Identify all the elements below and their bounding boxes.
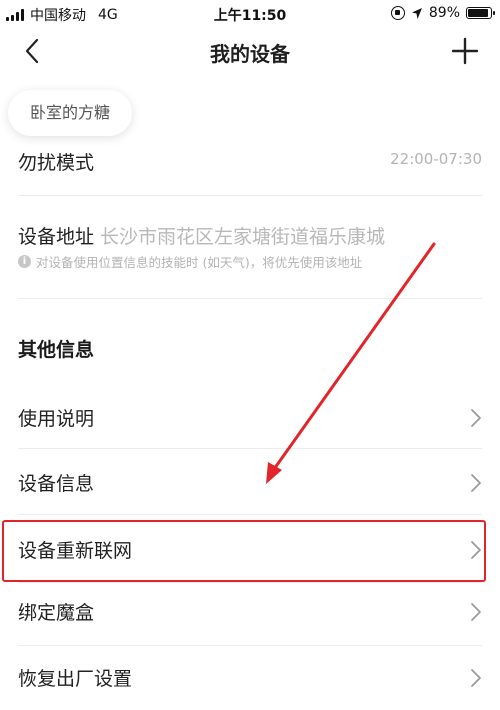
dnd-label: 勿扰模式 <box>18 152 95 174</box>
address-value: 长沙市雨花区左家塘街道福乐康城 <box>100 226 386 248</box>
divider <box>18 448 482 449</box>
list-item-label: 使用说明 <box>18 408 95 430</box>
highlight-box <box>2 520 486 582</box>
status-bar: 中国移动 4G 上午11:50 89% <box>0 0 500 28</box>
divider <box>18 195 482 196</box>
list-item-label: 绑定魔盒 <box>18 602 95 624</box>
rotation-lock-icon <box>390 6 405 20</box>
list-item-label: 恢复出厂设置 <box>18 668 133 690</box>
nav-bar: 我的设备 <box>0 28 500 74</box>
plus-icon[interactable] <box>450 36 480 66</box>
address-hint: i 对设备使用位置信息的技能时 (如天气)，将优先使用该地址 <box>18 252 362 271</box>
info-icon: i <box>18 255 31 268</box>
divider <box>18 582 482 583</box>
list-item-manual[interactable]: 使用说明 <box>18 404 482 434</box>
address-row[interactable]: 设备地址 长沙市雨花区左家塘街道福乐康城 <box>18 222 385 249</box>
location-icon <box>411 7 422 19</box>
dnd-value: 22:00-07:30 <box>390 150 482 168</box>
address-label: 设备地址 <box>18 226 95 248</box>
page-title: 我的设备 <box>210 42 290 66</box>
chevron-right-icon <box>471 669 481 687</box>
list-item-device-info[interactable]: 设备信息 <box>18 469 482 499</box>
divider <box>18 645 482 646</box>
list-item-bind-box[interactable]: 绑定魔盒 <box>18 598 482 628</box>
battery-percent: 89% <box>428 5 460 21</box>
divider <box>18 298 482 299</box>
list-item-factory-reset[interactable]: 恢复出厂设置 <box>18 664 482 694</box>
device-name-chip[interactable]: 卧室的方糖 <box>8 90 133 136</box>
address-hint-text: 对设备使用位置信息的技能时 (如天气)，将优先使用该地址 <box>36 255 363 270</box>
list-item-label: 设备信息 <box>18 473 95 495</box>
battery-fill <box>468 9 488 17</box>
status-right: 89% <box>390 5 495 21</box>
dnd-row[interactable]: 勿扰模式 22:00-07:30 <box>18 148 482 178</box>
section-title-other-info: 其他信息 <box>18 339 95 361</box>
chevron-right-icon <box>471 409 481 427</box>
battery-icon <box>466 7 495 19</box>
chevron-right-icon <box>471 474 481 492</box>
divider <box>18 514 482 515</box>
chevron-right-icon <box>471 603 481 621</box>
